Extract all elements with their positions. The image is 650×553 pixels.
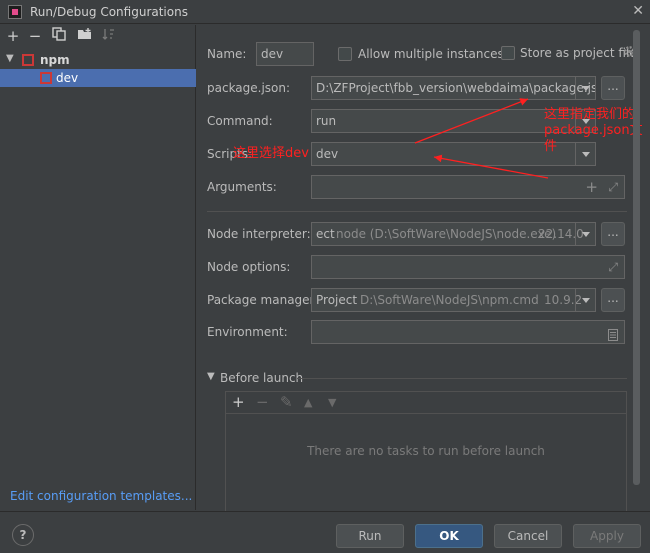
annotation-arrows — [414, 98, 549, 179]
help-button[interactable]: ? — [12, 524, 34, 546]
scrollbar[interactable] — [633, 30, 640, 485]
cancel-button[interactable]: Cancel — [494, 524, 562, 548]
arrow-to-scripts — [433, 154, 549, 179]
arrow-to-package-json — [414, 98, 529, 144]
run-button[interactable]: Run — [336, 524, 404, 548]
ok-button[interactable]: OK — [415, 524, 483, 548]
apply-button[interactable]: Apply — [573, 524, 641, 548]
dialog-button-bar: ? Run OK Cancel Apply — [0, 511, 650, 553]
